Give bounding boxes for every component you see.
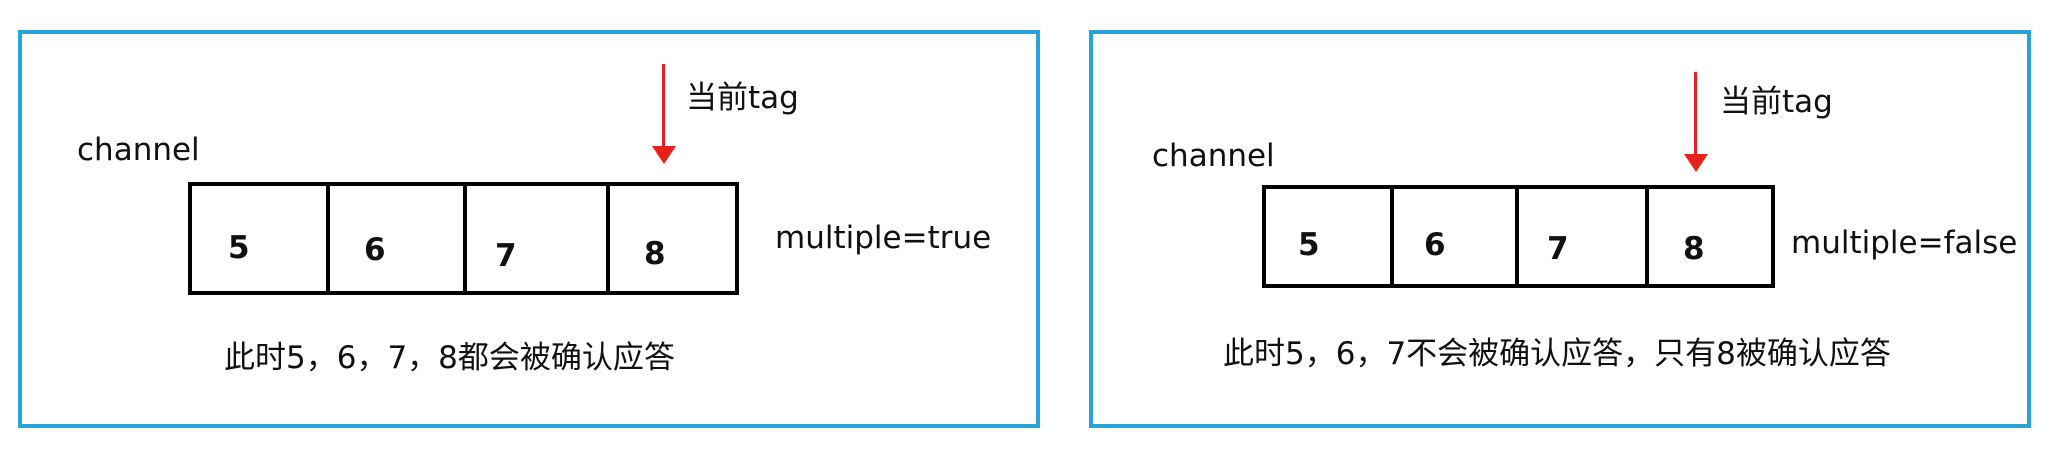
delivery-tag: 5: [228, 230, 250, 266]
multiple-flag-label: multiple=true: [775, 220, 992, 256]
queue-cell: 5: [1266, 189, 1394, 284]
delivery-tag: 8: [644, 236, 666, 272]
channel-label: channel: [1152, 138, 1275, 174]
queue-cell: 5: [192, 186, 330, 291]
delivery-tag: 6: [364, 232, 386, 268]
queue-cell: 6: [330, 186, 467, 291]
delivery-tag: 7: [1547, 231, 1569, 267]
delivery-tag: 6: [1424, 227, 1446, 263]
current-tag-label: 当前tag: [686, 80, 799, 116]
multiple-flag-label: multiple=false: [1791, 225, 2018, 261]
queue-cell: 7: [467, 186, 610, 291]
queue-cell: 8: [610, 186, 735, 291]
queue-cell: 8: [1649, 189, 1771, 284]
caption: 此时5，6，7，8都会被确认应答: [224, 340, 675, 376]
channel-label: channel: [77, 132, 200, 168]
delivery-tag: 5: [1298, 227, 1320, 263]
delivery-tag: 8: [1683, 231, 1705, 267]
current-tag-arrow-icon: [652, 64, 676, 164]
queue-cell: 7: [1519, 189, 1649, 284]
delivery-tag: 7: [495, 238, 517, 274]
queue-cell: 6: [1394, 189, 1519, 284]
panel-multiple-false: channel 当前tag 5 6 7 8 multiple=false 此时5…: [1089, 30, 2031, 428]
channel-queue: 5 6 7 8: [1262, 185, 1775, 288]
panel-multiple-true: channel 当前tag 5 6 7 8 multiple=true 此时5，…: [18, 30, 1040, 428]
current-tag-arrow-icon: [1684, 72, 1708, 172]
channel-queue: 5 6 7 8: [188, 182, 739, 295]
caption: 此时5，6，7不会被确认应答，只有8被确认应答: [1223, 336, 1891, 372]
current-tag-label: 当前tag: [1720, 84, 1833, 120]
